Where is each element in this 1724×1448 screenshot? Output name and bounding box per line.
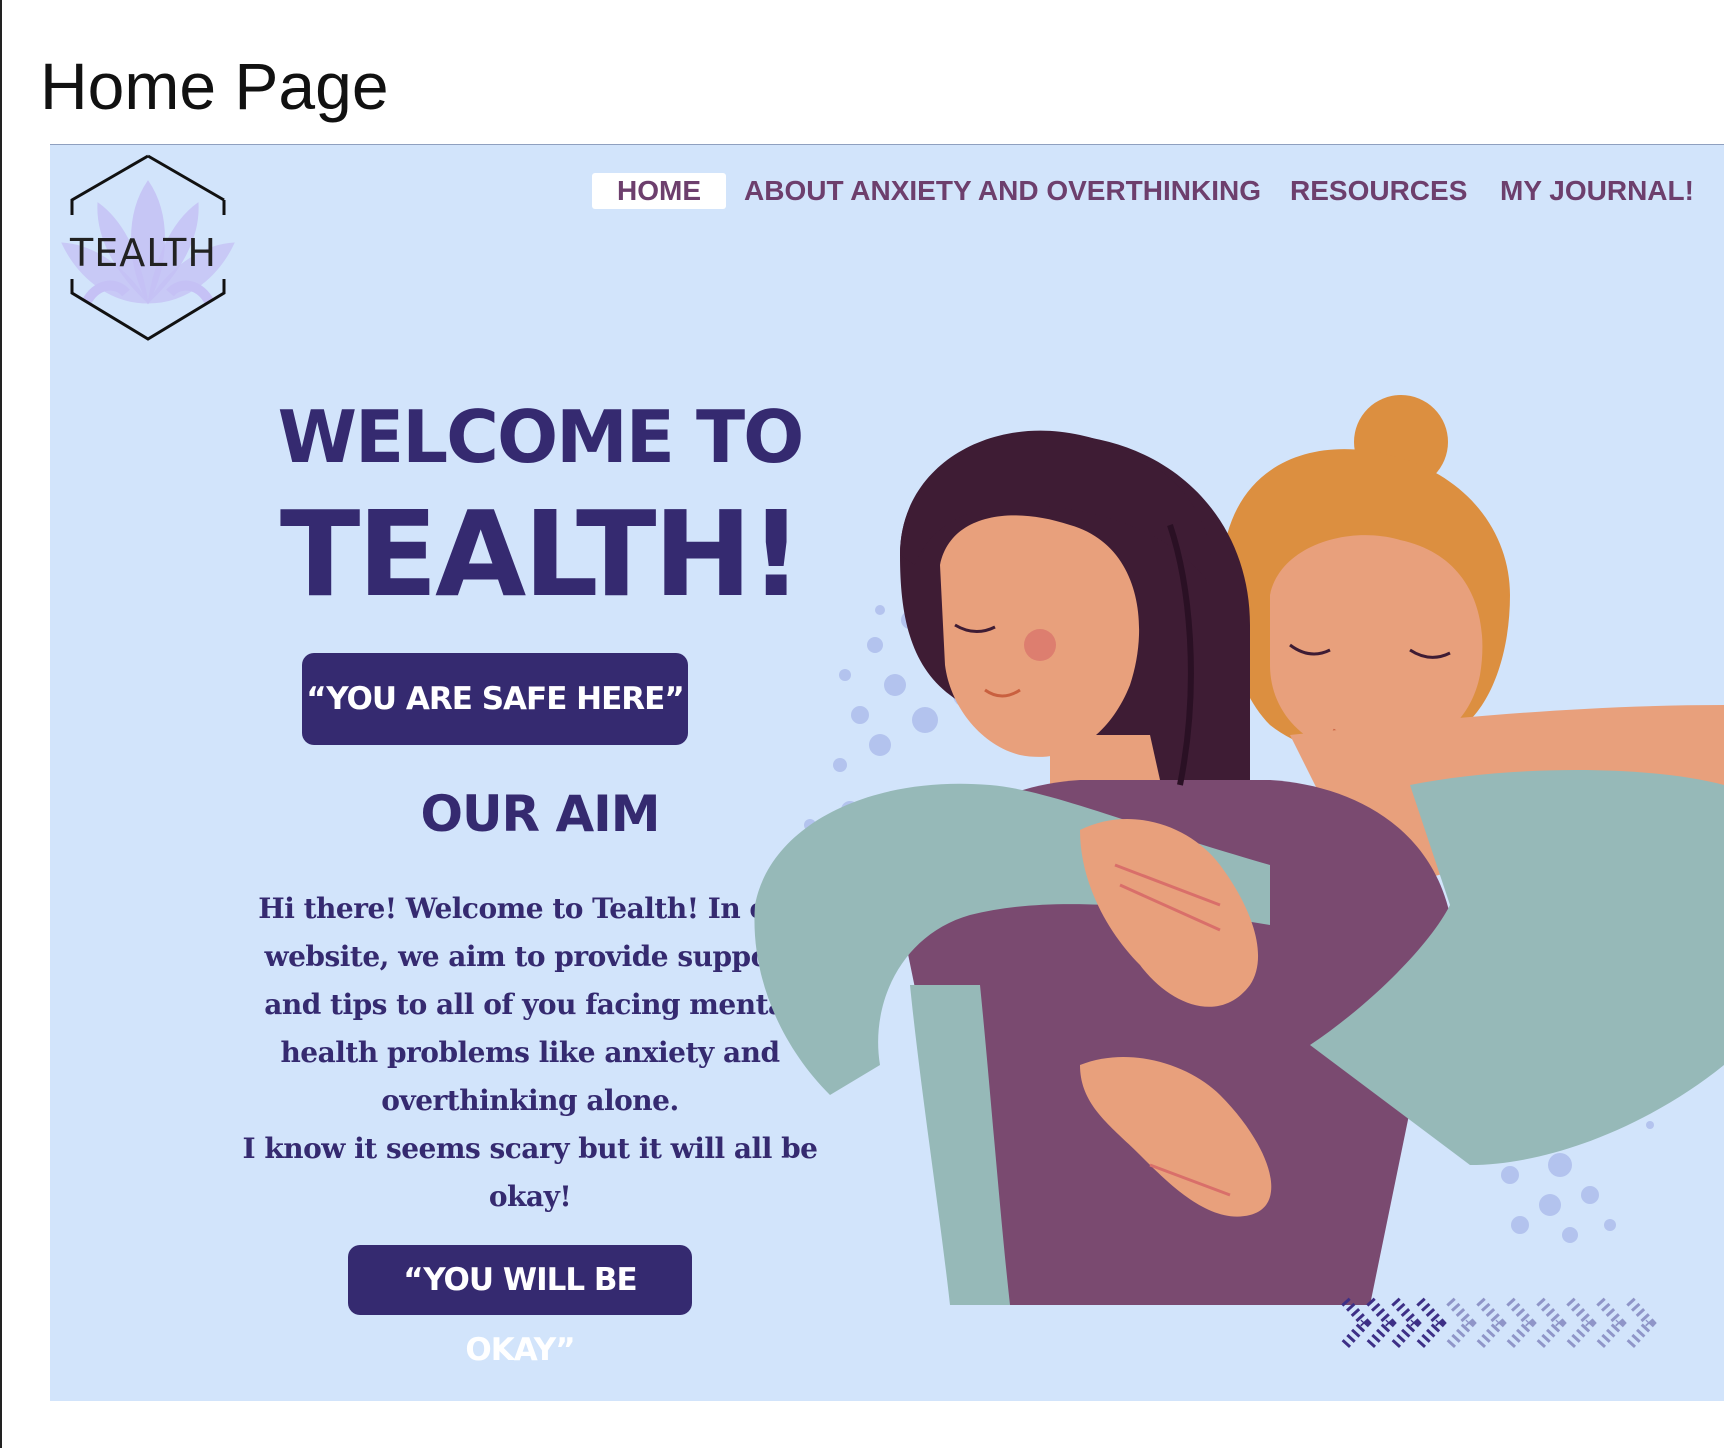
chevron-arrows-icon [1341, 1297, 1657, 1349]
nav-resources[interactable]: RESOURCES [1290, 173, 1467, 209]
website-mockup: TEALTH HOME ABOUT ANXIETY AND OVERTHINKI… [50, 144, 1724, 1401]
you-are-safe-here-button[interactable]: “YOU ARE SAFE HERE” [302, 653, 688, 745]
you-will-be-okay-button[interactable]: “YOU WILL BE OKAY” [348, 1245, 692, 1368]
page-left-border [0, 0, 2, 1448]
nav-about-anxiety[interactable]: ABOUT ANXIETY AND OVERTHINKING [744, 173, 1261, 209]
nav-home[interactable]: HOME [592, 173, 726, 209]
document-title: Home Page [40, 49, 389, 123]
our-aim-text: Hi there! Welcome to Tealth! In our webs… [242, 892, 818, 1213]
logo-text: TEALTH [70, 231, 217, 275]
hug-illustration [754, 395, 1724, 1305]
nav-my-journal[interactable]: MY JOURNAL! [1500, 173, 1694, 209]
main-nav: HOME ABOUT ANXIETY AND OVERTHINKING RESO… [50, 173, 1724, 209]
